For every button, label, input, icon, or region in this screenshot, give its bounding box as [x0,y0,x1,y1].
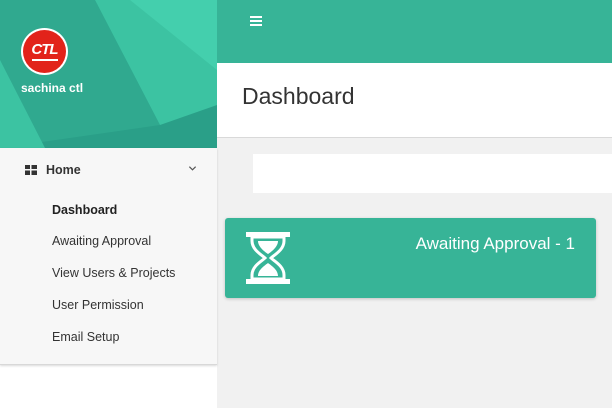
hamburger-line [250,24,262,26]
page-title-bar: Dashboard [217,63,612,138]
page-title: Dashboard [242,83,355,109]
sidebar-item-home[interactable]: Home [0,148,217,192]
sidebar: CTL sachina ctl Home Dashboard Awaiting … [0,0,217,408]
grid-icon [25,165,37,175]
chevron-down-icon[interactable] [188,164,197,173]
hourglass-icon [246,232,290,284]
hamburger-line [250,20,262,22]
sidebar-profile-header: CTL sachina ctl [0,0,217,148]
avatar[interactable]: CTL [21,28,68,75]
sidebar-item-home-label: Home [46,163,81,177]
logo-text: CTL [31,40,58,58]
awaiting-approval-label: Awaiting Approval - 1 [415,234,575,253]
sidebar-item-email-setup[interactable]: Email Setup [52,330,119,344]
user-name: sachina ctl [21,81,84,95]
awaiting-approval-card[interactable]: Awaiting Approval - 1 [225,218,596,298]
company-logo: CTL [23,30,66,73]
sidebar-item-view-users-projects[interactable]: View Users & Projects [52,266,175,280]
sidebar-menu: Home Dashboard Awaiting Approval View Us… [0,148,217,365]
sidebar-item-awaiting-approval[interactable]: Awaiting Approval [52,234,151,248]
hamburger-line [250,16,262,18]
logo-underline [31,58,58,61]
content-panel [253,154,612,193]
sidebar-item-user-permission[interactable]: User Permission [52,298,144,312]
hamburger-icon[interactable] [250,16,262,27]
sidebar-item-dashboard[interactable]: Dashboard [52,203,117,217]
top-bar [217,0,612,63]
header-background-shapes [0,0,217,148]
